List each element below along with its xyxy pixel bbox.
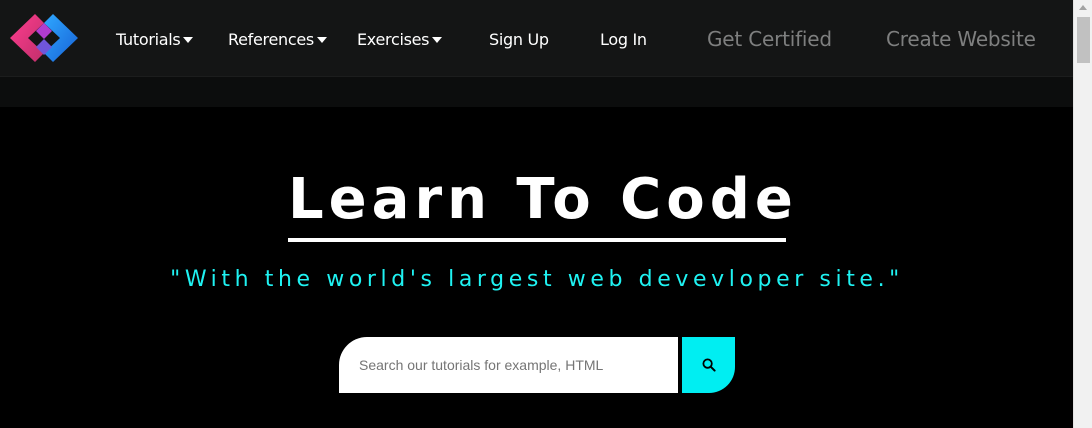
nav-tutorials-label: Tutorials — [116, 30, 181, 49]
search-icon — [702, 358, 716, 372]
nav-log-in[interactable]: Log In — [600, 30, 647, 49]
top-navbar: Tutorials References Exercises Sign Up L… — [0, 0, 1073, 77]
logo-icon[interactable] — [8, 12, 80, 64]
nav-exercises-label: Exercises — [357, 30, 430, 49]
nav-exercises[interactable]: Exercises — [357, 30, 443, 49]
scrollbar-thumb[interactable] — [1077, 17, 1090, 63]
caret-down-icon — [316, 37, 327, 43]
nav-sign-up[interactable]: Sign Up — [489, 30, 549, 49]
hero-title: Learn To Code — [288, 167, 798, 232]
page: Tutorials References Exercises Sign Up L… — [0, 0, 1092, 428]
nav-create-website[interactable]: Create Website — [886, 27, 1036, 51]
nav-references-label: References — [228, 30, 314, 49]
scroll-up-arrow-icon[interactable] — [1079, 5, 1087, 10]
hero-title-underline — [288, 238, 786, 242]
search-input[interactable] — [339, 337, 678, 393]
scrollbar[interactable] — [1073, 0, 1092, 428]
nav-log-in-label: Log In — [600, 30, 647, 49]
caret-down-icon — [432, 37, 443, 43]
sub-navbar — [0, 77, 1073, 107]
nav-get-certified[interactable]: Get Certified — [707, 27, 832, 51]
nav-tutorials[interactable]: Tutorials — [116, 30, 194, 49]
caret-down-icon — [183, 37, 194, 43]
nav-sign-up-label: Sign Up — [489, 30, 549, 49]
hero-subtitle: "With the world's largest web devevloper… — [170, 267, 904, 292]
search-button[interactable] — [682, 337, 735, 393]
nav-references[interactable]: References — [228, 30, 327, 49]
